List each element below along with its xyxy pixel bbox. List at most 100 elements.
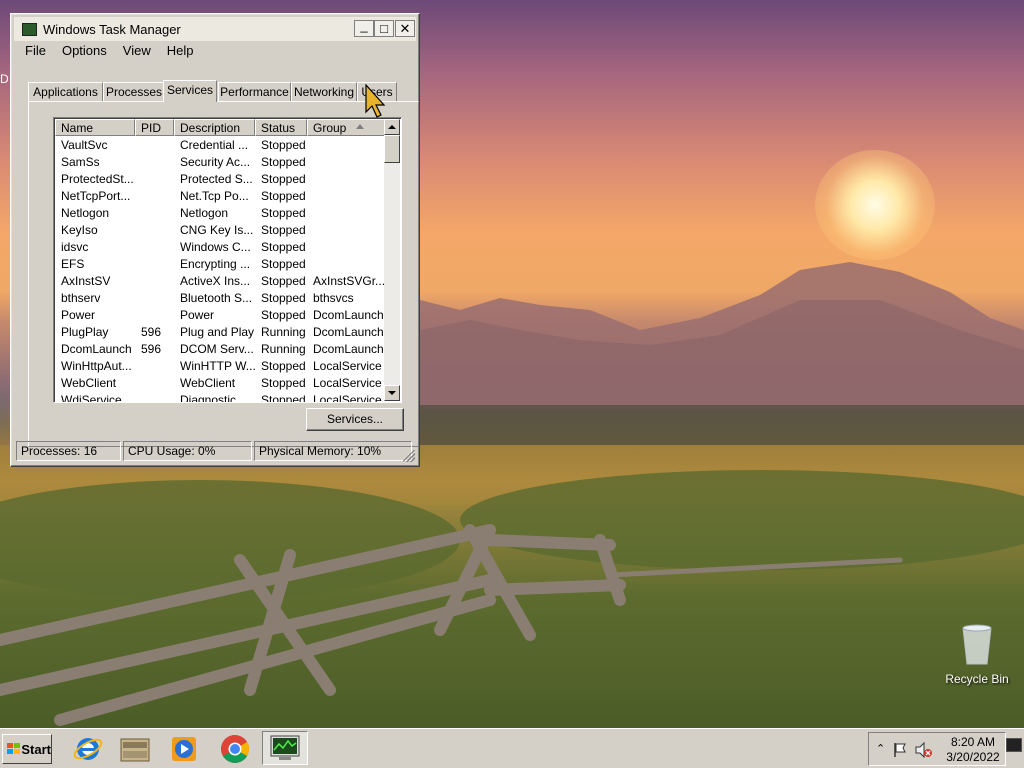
scroll-down-button[interactable] (384, 385, 400, 401)
windows-flag-icon (7, 743, 20, 755)
cell-pid (135, 256, 174, 273)
close-button[interactable]: ✕ (395, 20, 415, 37)
task-manager-window[interactable]: Windows Task Manager _ □ ✕ File Options … (10, 13, 420, 467)
list-header: Name PID Description Status Group (55, 119, 385, 136)
services-button[interactable]: Services... (306, 408, 404, 431)
cell-status: Stopped (261, 189, 306, 203)
cell-status: Stopped (261, 155, 306, 169)
table-row[interactable]: NetTcpPort... Net.Tcp Po... Stopped (55, 188, 385, 205)
cell-group (307, 171, 385, 188)
tab-processes[interactable]: Processes (103, 82, 165, 101)
table-row[interactable]: AxInstSV ActiveX Ins... Stopped AxInstSVGr.… (55, 273, 385, 290)
cell-name: Netlogon (61, 206, 110, 220)
cell-pid (135, 392, 174, 402)
cell-name: WdiService (61, 393, 122, 403)
menu-options[interactable]: Options (54, 42, 115, 62)
cell-status: Stopped (261, 359, 306, 373)
table-row[interactable]: ProtectedSt... Protected S... Stopped (55, 171, 385, 188)
cell-name: KeyIso (61, 223, 98, 237)
scroll-thumb[interactable] (384, 135, 400, 163)
cell-group (307, 256, 385, 273)
chrome-icon[interactable] (219, 733, 251, 765)
tree-line (420, 405, 1024, 445)
table-row[interactable]: EFS Encrypting ... Stopped (55, 256, 385, 273)
internet-explorer-icon[interactable] (72, 733, 104, 765)
cell-pid (135, 205, 174, 222)
cell-description: Diagnostic ... (180, 393, 250, 403)
cell-description: WinHTTP W... (180, 359, 255, 373)
table-row[interactable]: idsvc Windows C... Stopped (55, 239, 385, 256)
table-row[interactable]: Power Power Stopped DcomLaunch (55, 307, 385, 324)
cell-pid (135, 222, 174, 239)
cell-description: WebClient (180, 376, 236, 390)
volume-muted-icon[interactable] (915, 742, 933, 758)
cell-pid (135, 273, 174, 290)
start-button[interactable]: Start (2, 734, 52, 764)
cell-group (307, 239, 385, 256)
media-player-icon[interactable] (168, 733, 200, 765)
cell-description: CNG Key Is... (180, 223, 254, 237)
table-row[interactable]: PlugPlay 596 Plug and Play Running DcomLaunc… (55, 324, 385, 341)
minimize-button[interactable]: _ (354, 18, 374, 37)
cell-name: SamSs (61, 155, 100, 169)
menu-help[interactable]: Help (159, 42, 202, 62)
column-header-name[interactable]: Name (55, 119, 135, 136)
maximize-button[interactable]: □ (374, 20, 394, 37)
clock[interactable]: 8:20 AM 3/20/2022 (941, 735, 1005, 765)
title-bar[interactable]: Windows Task Manager _ □ ✕ (14, 17, 416, 41)
system-tray: ⌃ 8:20 AM 3/20/2022 (868, 732, 1006, 766)
table-row[interactable]: WinHttpAut... WinHTTP W... Stopped LocalSer… (55, 358, 385, 375)
tab-services[interactable]: Services (163, 80, 217, 102)
cell-name: WebClient (61, 376, 117, 390)
show-hidden-icons-chevron-icon[interactable]: ⌃ (876, 742, 885, 755)
tab-applications[interactable]: Applications (28, 82, 103, 101)
maximize-icon: □ (380, 21, 388, 36)
close-icon: ✕ (399, 21, 411, 36)
menu-view[interactable]: View (115, 42, 159, 62)
status-bar: Processes: 16 CPU Usage: 0% Physical Mem… (16, 441, 415, 463)
cell-name: AxInstSV (61, 274, 111, 288)
table-row[interactable]: VaultSvc Credential ... Stopped (55, 137, 385, 154)
scroll-up-button[interactable] (384, 119, 400, 135)
file-explorer-icon[interactable] (119, 733, 151, 765)
column-header-description[interactable]: Description (174, 119, 255, 136)
cell-group: LocalService (313, 393, 382, 403)
table-row[interactable]: KeyIso CNG Key Is... Stopped (55, 222, 385, 239)
cell-status: Stopped (261, 240, 306, 254)
table-row[interactable]: Netlogon Netlogon Stopped (55, 205, 385, 222)
tab-networking[interactable]: Networking (291, 82, 357, 101)
table-row[interactable]: bthserv Bluetooth S... Stopped bthsvcs (55, 290, 385, 307)
menu-file[interactable]: File (17, 42, 54, 62)
cell-pid (135, 358, 174, 375)
task-manager-app-icon (22, 22, 37, 36)
resize-grip-icon[interactable] (403, 450, 415, 462)
cell-group (307, 154, 385, 171)
desktop-left-edge-label: D (0, 72, 9, 86)
show-desktop-button[interactable] (1006, 738, 1022, 752)
cell-status: Running (261, 342, 306, 356)
table-row[interactable]: WebClient WebClient Stopped LocalService (55, 375, 385, 392)
cell-group (307, 188, 385, 205)
cell-pid (135, 375, 174, 392)
cell-pid (135, 137, 174, 154)
recycle-bin-icon (960, 622, 994, 666)
column-header-pid[interactable]: PID (135, 119, 174, 136)
table-row[interactable]: DcomLaunch 596 DCOM Serv... Running DcomLaun… (55, 341, 385, 358)
cell-description: Bluetooth S... (180, 291, 253, 305)
table-row[interactable]: WdiService Diagnostic ... Stopped LocalServ… (55, 392, 385, 403)
column-header-group[interactable]: Group (307, 119, 385, 136)
table-row[interactable]: SamSs Security Ac... Stopped (55, 154, 385, 171)
recycle-bin-shortcut[interactable]: Recycle Bin (942, 622, 1012, 686)
cell-name: NetTcpPort... (61, 189, 131, 203)
tab-performance[interactable]: Performance (218, 82, 291, 101)
minimize-icon: _ (360, 18, 368, 33)
services-list[interactable]: Name PID Description Status Group VaultS… (53, 117, 402, 403)
cell-group: AxInstSVGr... (313, 274, 385, 288)
action-center-flag-icon[interactable] (893, 742, 907, 758)
vertical-scrollbar[interactable] (384, 119, 400, 401)
task-manager-taskbar-button[interactable] (262, 731, 308, 765)
cell-group: LocalService (313, 376, 382, 390)
cell-name: ProtectedSt... (61, 172, 134, 186)
cell-group: LocalService (313, 359, 382, 373)
column-header-status[interactable]: Status (255, 119, 307, 136)
